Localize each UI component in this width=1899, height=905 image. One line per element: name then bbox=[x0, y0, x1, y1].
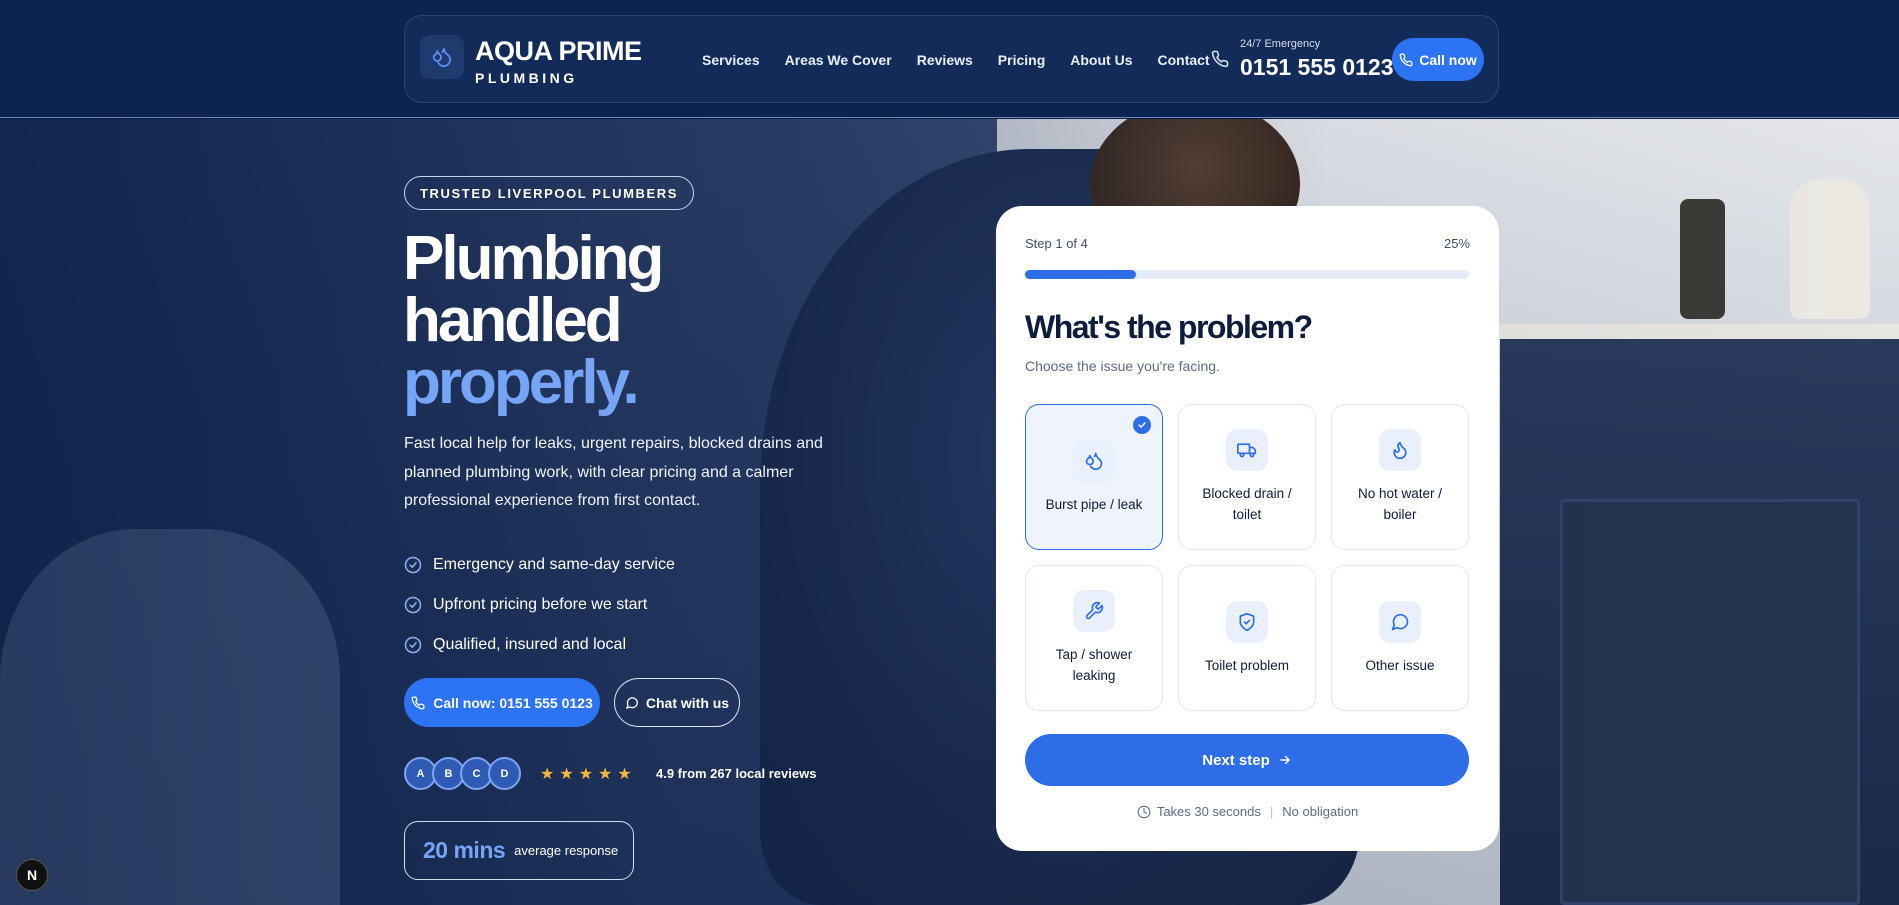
hero-lead: Fast local help for leaks, urgent repair… bbox=[404, 435, 823, 509]
reviewer-avatars: A B C D bbox=[404, 757, 521, 790]
nav-link-areas[interactable]: Areas We Cover bbox=[785, 52, 892, 68]
form-question: What's the problem? bbox=[1025, 309, 1313, 345]
site-header: AQUA PRIME PLUMBING Services Areas We Co… bbox=[0, 0, 1899, 118]
feature-list: Emergency and same-day service Upfront p… bbox=[404, 545, 675, 665]
progress-track bbox=[1025, 270, 1469, 279]
hero-title-line2: handled bbox=[403, 286, 623, 355]
star-icon: ★ bbox=[540, 766, 555, 783]
phone-icon bbox=[1399, 53, 1413, 66]
hero-overlay bbox=[0, 119, 1899, 905]
phone-icon bbox=[411, 696, 425, 709]
step-indicator: Step 1 of 4 bbox=[1025, 236, 1088, 251]
hero-title: Plumbing handled properly. bbox=[403, 228, 664, 417]
droplets-icon bbox=[432, 47, 452, 67]
chat-bubble-icon bbox=[1379, 600, 1421, 643]
option-no-hot-water[interactable]: No hot water / boiler bbox=[1331, 404, 1469, 550]
form-subtitle: Choose the issue you're facing. bbox=[1025, 358, 1220, 374]
selected-check-icon bbox=[1133, 416, 1151, 434]
nav-link-services[interactable]: Services bbox=[702, 52, 760, 68]
star-icon: ★ bbox=[598, 766, 613, 783]
brand-subtitle: PLUMBING bbox=[475, 70, 578, 86]
arrow-right-icon bbox=[1279, 755, 1290, 765]
call-now-label: Call now bbox=[1419, 51, 1477, 68]
option-blocked-drain[interactable]: Blocked drain / toilet bbox=[1178, 404, 1316, 550]
option-toilet-problem[interactable]: Toilet problem bbox=[1178, 565, 1316, 711]
emergency-label: 24/7 Emergency bbox=[1240, 38, 1321, 50]
footer-time: Takes 30 seconds bbox=[1156, 804, 1261, 819]
option-label: No hot water / boiler bbox=[1357, 486, 1443, 522]
nav-link-about[interactable]: About Us bbox=[1070, 52, 1132, 68]
dev-tools-badge[interactable]: N bbox=[16, 859, 48, 891]
option-label: Burst pipe / leak bbox=[1045, 496, 1143, 512]
check-circle-icon bbox=[404, 556, 422, 574]
feature-item: Qualified, insured and local bbox=[404, 625, 675, 665]
chat-button[interactable]: Chat with us bbox=[614, 678, 740, 727]
truck-icon bbox=[1226, 429, 1268, 471]
footer-separator: | bbox=[1269, 804, 1274, 819]
chat-bubble-icon bbox=[625, 696, 638, 709]
option-burst-pipe[interactable]: Burst pipe / leak bbox=[1025, 404, 1163, 550]
star-rating: ★ ★ ★ ★ ★ bbox=[540, 764, 632, 784]
hero-call-button[interactable]: Call now: 0151 555 0123 bbox=[404, 678, 600, 727]
response-time-box: 20 mins average response bbox=[404, 821, 634, 880]
next-step-button[interactable]: Next step bbox=[1025, 734, 1469, 786]
option-label: Tap / shower leaking bbox=[1055, 647, 1133, 683]
nav-bar: AQUA PRIME PLUMBING Services Areas We Co… bbox=[404, 15, 1499, 103]
feature-label: Emergency and same-day service bbox=[433, 556, 675, 573]
check-circle-icon bbox=[404, 636, 422, 654]
brand-name[interactable]: AQUA PRIME bbox=[475, 36, 642, 67]
problem-options: Burst pipe / leak Blocked drain / toilet… bbox=[1025, 404, 1469, 711]
droplets-icon bbox=[1073, 439, 1115, 482]
flame-icon bbox=[1379, 429, 1421, 471]
progress-percent: 25% bbox=[1443, 236, 1470, 251]
star-icon: ★ bbox=[617, 766, 632, 783]
hero-title-accent: properly. bbox=[403, 348, 640, 417]
shield-check-icon bbox=[1226, 600, 1268, 643]
star-icon: ★ bbox=[559, 766, 574, 783]
option-other-issue[interactable]: Other issue bbox=[1331, 565, 1469, 711]
feature-item: Upfront pricing before we start bbox=[404, 585, 675, 625]
hero-section bbox=[0, 119, 1899, 905]
main-nav: Services Areas We Cover Reviews Pricing … bbox=[702, 52, 1235, 68]
progress-fill bbox=[1025, 270, 1136, 279]
footer-note: No obligation bbox=[1282, 804, 1359, 819]
next-step-label: Next step bbox=[1202, 751, 1270, 769]
option-label: Toilet problem bbox=[1204, 657, 1290, 673]
feature-label: Qualified, insured and local bbox=[433, 636, 627, 653]
nav-link-pricing[interactable]: Pricing bbox=[998, 52, 1045, 68]
phone-icon bbox=[1211, 50, 1229, 68]
trust-badge: TRUSTED LIVERPOOL PLUMBERS bbox=[404, 176, 695, 210]
chat-label: Chat with us bbox=[645, 694, 730, 711]
option-tap-shower[interactable]: Tap / shower leaking bbox=[1025, 565, 1163, 711]
emergency-number[interactable]: 0151 555 0123 bbox=[1240, 54, 1394, 81]
option-label: Blocked drain / toilet bbox=[1202, 486, 1292, 522]
call-now-button[interactable]: Call now bbox=[1392, 38, 1484, 81]
star-icon: ★ bbox=[578, 766, 594, 783]
avatar: D bbox=[488, 757, 521, 790]
feature-item: Emergency and same-day service bbox=[404, 545, 675, 585]
form-footer: Takes 30 seconds | No obligation bbox=[996, 804, 1499, 819]
clock-icon bbox=[1137, 805, 1151, 818]
problem-form-card: Step 1 of 4 25% What's the problem? Choo… bbox=[996, 206, 1499, 851]
logo-mark[interactable] bbox=[420, 35, 464, 79]
wrench-icon bbox=[1073, 590, 1115, 632]
response-time-value: 20 mins bbox=[423, 837, 506, 863]
hero-call-label: Call now: 0151 555 0123 bbox=[433, 694, 593, 711]
feature-label: Upfront pricing before we start bbox=[433, 596, 648, 613]
check-circle-icon bbox=[404, 596, 422, 614]
option-label: Other issue bbox=[1365, 657, 1435, 673]
hero-title-line1: Plumbing bbox=[403, 224, 664, 293]
nav-link-reviews[interactable]: Reviews bbox=[917, 52, 973, 68]
nav-link-contact[interactable]: Contact bbox=[1157, 52, 1209, 68]
rating-text: 4.9 from 267 local reviews bbox=[656, 766, 817, 781]
response-time-label: average response bbox=[514, 843, 619, 858]
